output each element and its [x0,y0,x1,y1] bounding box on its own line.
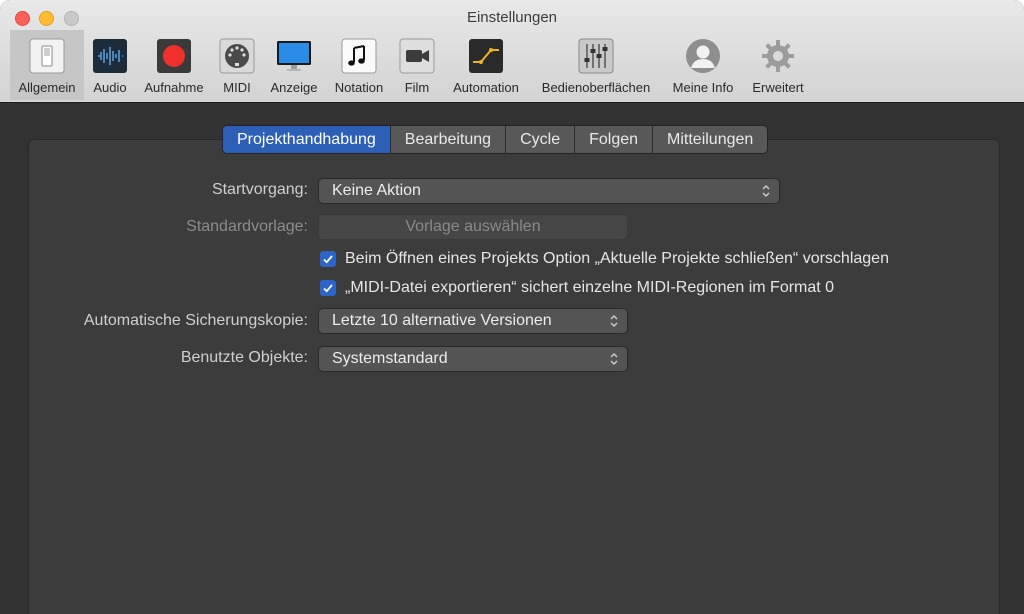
tab-bar: Projekthandhabung Bearbeitung Cycle Folg… [222,125,769,154]
waveform-icon [93,39,127,73]
sicherungskopie-value: Letzte 10 alternative Versionen [332,312,552,329]
toolbar-label: Bedienoberflächen [541,80,651,95]
toolbar-label: MIDI [223,80,251,95]
benutzte-objekte-value: Systemstandard [332,350,448,367]
camera-icon [399,38,435,74]
tab-mitteilungen[interactable]: Mitteilungen [653,126,767,153]
gear-icon [762,40,794,72]
music-note-icon [341,38,377,74]
toolbar-label: Notation [334,80,384,95]
benutzte-objekte-popup[interactable]: Systemstandard [318,346,628,372]
checkbox-label: „MIDI-Datei exportieren“ sichert einzeln… [345,279,835,296]
checkbox-label: Beim Öffnen eines Projekts Option „Aktue… [345,250,889,267]
record-icon [157,39,191,73]
toolbar-item-automation[interactable]: Automation [446,30,526,100]
toolbar-label: Meine Info [672,80,734,95]
tab-projekthandhabung[interactable]: Projekthandhabung [223,126,391,153]
settings-panel [28,139,1000,614]
vorlage-auswaehlen-button[interactable]: Vorlage auswählen [318,214,628,240]
window-title: Einstellungen [466,9,558,26]
chevron-up-down-icon [762,185,770,197]
preferences-window: Einstellungen Allgemein Audio Aufnahme M… [0,0,1024,614]
checkbox-row-aktuelle-projekte[interactable]: Beim Öffnen eines Projekts Option „Aktue… [320,249,889,269]
toolbar-label: Film [404,80,430,95]
tab-folgen[interactable]: Folgen [575,126,654,153]
benutzte-objekte-label: Benutzte Objekte: [180,349,308,366]
toolbar-label: Automation [453,80,519,95]
toolbar-item-aufnahme[interactable]: Aufnahme [137,30,211,100]
switch-icon [29,38,65,74]
user-icon [686,39,720,73]
startvorgang-value: Keine Aktion [332,182,421,199]
chevron-up-down-icon [610,315,618,327]
toolbar-item-allgemein[interactable]: Allgemein [10,30,84,100]
toolbar-item-anzeige[interactable]: Anzeige [264,30,324,100]
monitor-icon [277,41,311,71]
tab-cycle[interactable]: Cycle [506,126,576,153]
toolbar-item-erweitert[interactable]: Erweitert [746,30,810,100]
startvorgang-label: Startvorgang: [211,181,308,198]
toolbar-label: Erweitert [752,80,804,95]
toolbar-item-meine-info[interactable]: Meine Info [665,30,741,100]
midi-export-checkbox[interactable] [320,280,336,296]
checkbox-row-midi-export[interactable]: „MIDI-Datei exportieren“ sichert einzeln… [320,278,834,298]
checkmark-icon [323,284,333,293]
faders-icon [578,38,614,74]
aktuelle-projekte-checkbox[interactable] [320,251,336,267]
automation-curve-icon [469,39,503,73]
toolbar-label: Aufnahme [144,80,204,95]
sicherungskopie-popup[interactable]: Letzte 10 alternative Versionen [318,308,628,334]
toolbar-item-midi[interactable]: MIDI [215,30,259,100]
standardvorlage-label: Standardvorlage: [186,218,308,235]
title-bar: Einstellungen Allgemein Audio Aufnahme M… [0,0,1024,103]
toolbar-label: Anzeige [270,80,318,95]
toolbar-label: Audio [93,80,127,95]
toolbar-item-audio[interactable]: Audio [86,30,134,100]
startvorgang-popup[interactable]: Keine Aktion [318,178,780,204]
checkmark-icon [323,255,333,264]
sicherungskopie-label: Automatische Sicherungskopie: [83,312,308,329]
toolbar-label: Allgemein [18,80,76,95]
toolbar-item-film[interactable]: Film [396,30,438,100]
chevron-up-down-icon [610,353,618,365]
toolbar-item-notation[interactable]: Notation [328,30,390,100]
toolbar-item-bedienoberflaechen[interactable]: Bedienoberflächen [532,30,660,100]
midi-connector-icon [219,38,255,74]
tab-bearbeitung[interactable]: Bearbeitung [391,126,507,153]
